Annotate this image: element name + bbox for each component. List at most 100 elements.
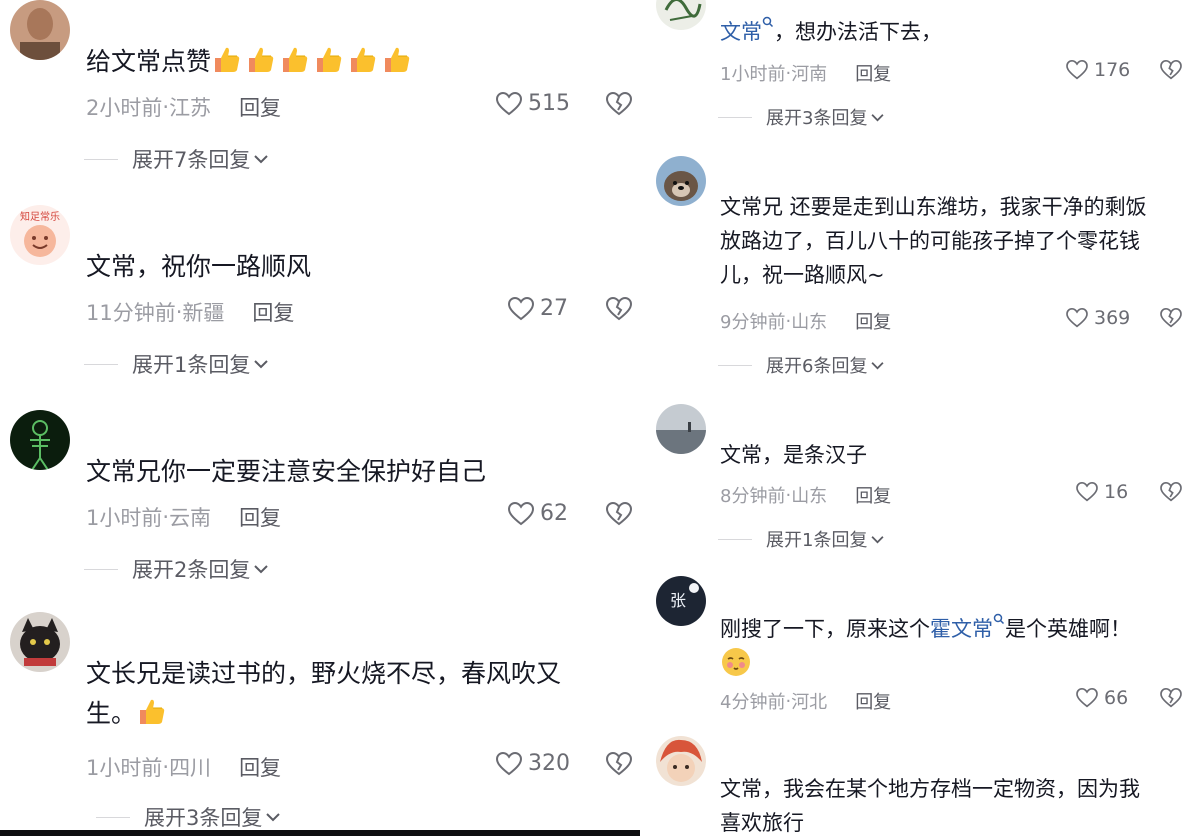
comment-time: 8分钟前: [720, 486, 786, 507]
comment-time: 1小时前: [86, 506, 163, 530]
thumbs-up-emoji: [140, 699, 165, 724]
dislike-button[interactable]: [1160, 687, 1182, 712]
dislike-button[interactable]: [1160, 59, 1182, 84]
meta-separator: ·: [162, 755, 170, 779]
like-button[interactable]: 369: [1066, 307, 1130, 329]
expand-divider-line: [84, 568, 118, 570]
dislike-button[interactable]: [605, 751, 633, 780]
broken-heart-icon: [1160, 307, 1182, 328]
expand-replies-label: 展开7条回复: [132, 148, 251, 172]
broken-heart-icon: [1160, 687, 1182, 708]
reply-button[interactable]: 回复: [239, 752, 281, 782]
reply-button[interactable]: 回复: [252, 297, 294, 327]
search-icon[interactable]: [993, 612, 1005, 626]
like-button[interactable]: 16: [1076, 481, 1128, 503]
user-avatar[interactable]: [10, 612, 70, 672]
like-count: 27: [540, 296, 568, 321]
expand-replies-button[interactable]: 展开1条回复: [718, 526, 884, 552]
heart-icon: [496, 751, 522, 775]
reply-button[interactable]: 回复: [855, 308, 891, 334]
user-avatar[interactable]: [656, 0, 706, 30]
user-avatar[interactable]: [10, 410, 70, 470]
thumbs-up-emoji: [249, 47, 274, 72]
comment-time: 9分钟前: [720, 312, 786, 333]
user-avatar[interactable]: 张: [656, 576, 706, 626]
expand-replies-label: 展开6条回复: [766, 356, 868, 377]
comment-text-line: 喜欢旅行: [720, 811, 804, 835]
comment-location: 云南: [169, 506, 212, 530]
comment-location: 山东: [791, 312, 828, 333]
comment-meta: 1小时前 · 四川 回复: [86, 752, 281, 782]
expand-replies-button[interactable]: 展开6条回复: [718, 352, 884, 378]
like-button[interactable]: 515: [496, 91, 570, 116]
user-avatar[interactable]: [656, 404, 706, 454]
broken-heart-icon: [605, 751, 633, 776]
expand-replies-label: 展开2条回复: [132, 558, 251, 582]
comment-text: 给文常点赞: [86, 42, 415, 82]
thumbs-up-emoji: [351, 47, 376, 72]
like-button[interactable]: 176: [1066, 59, 1130, 81]
reply-button[interactable]: 回复: [239, 502, 281, 532]
reply-button[interactable]: 回复: [239, 92, 281, 122]
search-icon[interactable]: [762, 15, 774, 29]
thumbs-up-emoji: [215, 47, 240, 72]
comment-text-line: 放路边了，百儿八十的可能孩子掉了个零花钱: [720, 229, 1140, 253]
reply-button[interactable]: 回复: [855, 482, 891, 508]
comment-text-body: 刚搜了一下，原来这个: [720, 617, 930, 641]
like-button[interactable]: 27: [508, 296, 568, 321]
like-button[interactable]: 62: [508, 501, 568, 526]
chevron-down-icon: [266, 813, 281, 822]
reply-button[interactable]: 回复: [855, 60, 891, 86]
user-avatar[interactable]: [656, 156, 706, 206]
comment-time: 2小时前: [86, 96, 163, 120]
meta-separator: ·: [175, 300, 183, 324]
dislike-button[interactable]: [1160, 307, 1182, 332]
dislike-button[interactable]: [605, 296, 633, 325]
comment-text: 文常 ，想办法活下去，: [720, 15, 942, 49]
comment-text: 文常兄你一定要注意安全保护好自己: [86, 457, 487, 486]
broken-heart-icon: [605, 91, 633, 116]
like-count: 369: [1094, 307, 1131, 329]
expand-replies-button[interactable]: 展开7条回复: [84, 144, 269, 174]
expand-replies-button[interactable]: 展开1条回复: [84, 349, 269, 379]
comment-text-line: 文长兄是读过书的，野火烧不尽，春风吹又: [86, 659, 562, 688]
comment-location: 河北: [791, 692, 828, 713]
heart-icon: [1076, 688, 1098, 708]
like-count: 16: [1104, 481, 1129, 503]
reply-button[interactable]: 回复: [855, 688, 891, 714]
expand-divider-line: [84, 158, 118, 160]
comment-text-body: ，想办法活下去，: [774, 20, 942, 44]
comment-location: 河南: [791, 64, 828, 85]
bottom-edge-bar: [0, 830, 640, 836]
like-button[interactable]: 320: [496, 751, 570, 776]
expand-divider-line: [718, 116, 752, 118]
comment-text-line: 文常，我会在某个地方存档一定物资，因为我: [720, 777, 1140, 801]
comment-location: 山东: [791, 486, 828, 507]
chevron-down-icon: [871, 535, 884, 543]
comment-meta: 1小时前 · 河南 回复: [720, 60, 891, 86]
dislike-button[interactable]: [605, 501, 633, 530]
chevron-down-icon: [254, 360, 269, 369]
expand-replies-button[interactable]: 展开3条回复: [96, 802, 281, 832]
expand-replies-button[interactable]: 展开3条回复: [718, 104, 884, 130]
like-button[interactable]: 66: [1076, 687, 1128, 709]
dislike-button[interactable]: [605, 91, 633, 120]
user-avatar[interactable]: [656, 736, 706, 786]
mention-link[interactable]: 文常: [720, 20, 762, 44]
user-avatar[interactable]: [10, 0, 70, 60]
dislike-button[interactable]: [1160, 481, 1182, 506]
like-count: 66: [1104, 687, 1129, 709]
mention-link[interactable]: 霍文常: [930, 617, 993, 641]
expand-replies-label: 展开3条回复: [766, 108, 868, 129]
expand-replies-label: 展开1条回复: [132, 353, 251, 377]
expand-replies-button[interactable]: 展开2条回复: [84, 554, 269, 584]
like-count: 320: [528, 751, 570, 776]
heart-icon: [1076, 482, 1098, 502]
broken-heart-icon: [1160, 481, 1182, 502]
comment-time: 1小时前: [720, 64, 786, 85]
comment-text: 文长兄是读过书的，野火烧不尽，春风吹又 生。: [86, 654, 616, 734]
comment-text-line: 生。: [86, 694, 616, 734]
comment-time: 4分钟前: [720, 692, 786, 713]
expand-divider-line: [718, 364, 752, 366]
user-avatar[interactable]: 知足常乐: [10, 205, 70, 265]
